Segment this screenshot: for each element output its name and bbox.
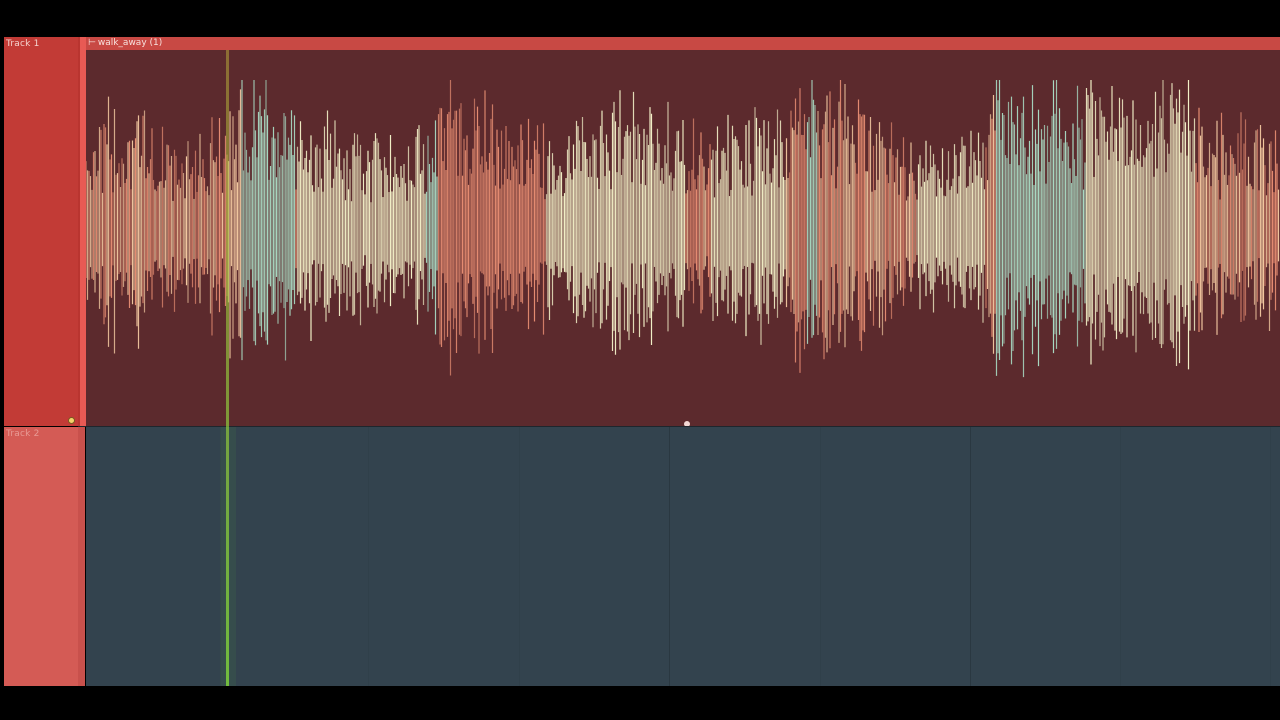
clip-title: ⊢ walk_away (1) (88, 37, 162, 50)
top-letterbox (0, 0, 1280, 36)
audio-waveform (86, 80, 1280, 378)
track-resize-handle[interactable] (68, 417, 75, 424)
track-name-1: Track 1 (6, 39, 40, 49)
clip-title-text: walk_away (1) (97, 38, 163, 48)
beat-line (368, 427, 369, 686)
track-name-2: Track 2 (6, 429, 40, 439)
beat-line (1120, 427, 1121, 686)
bottom-letterbox (0, 686, 1280, 720)
beat-line (519, 427, 520, 686)
clip-arrow-icon: ⊢ (88, 38, 96, 48)
bar-line (970, 427, 971, 686)
beat-line (820, 427, 821, 686)
clip-title-bar[interactable]: ⊢ walk_away (1) (86, 37, 1280, 50)
track-header-1[interactable]: Track 1 (4, 37, 78, 426)
bar-line (669, 427, 670, 686)
beat-line (1270, 427, 1271, 686)
track-header-divider-2 (78, 427, 85, 686)
playhead[interactable] (226, 50, 229, 686)
track-lane-2[interactable] (86, 427, 1280, 686)
audio-clip[interactable]: ⊢ walk_away (1) (86, 37, 1280, 426)
track-header-2[interactable]: Track 2 (4, 427, 78, 686)
